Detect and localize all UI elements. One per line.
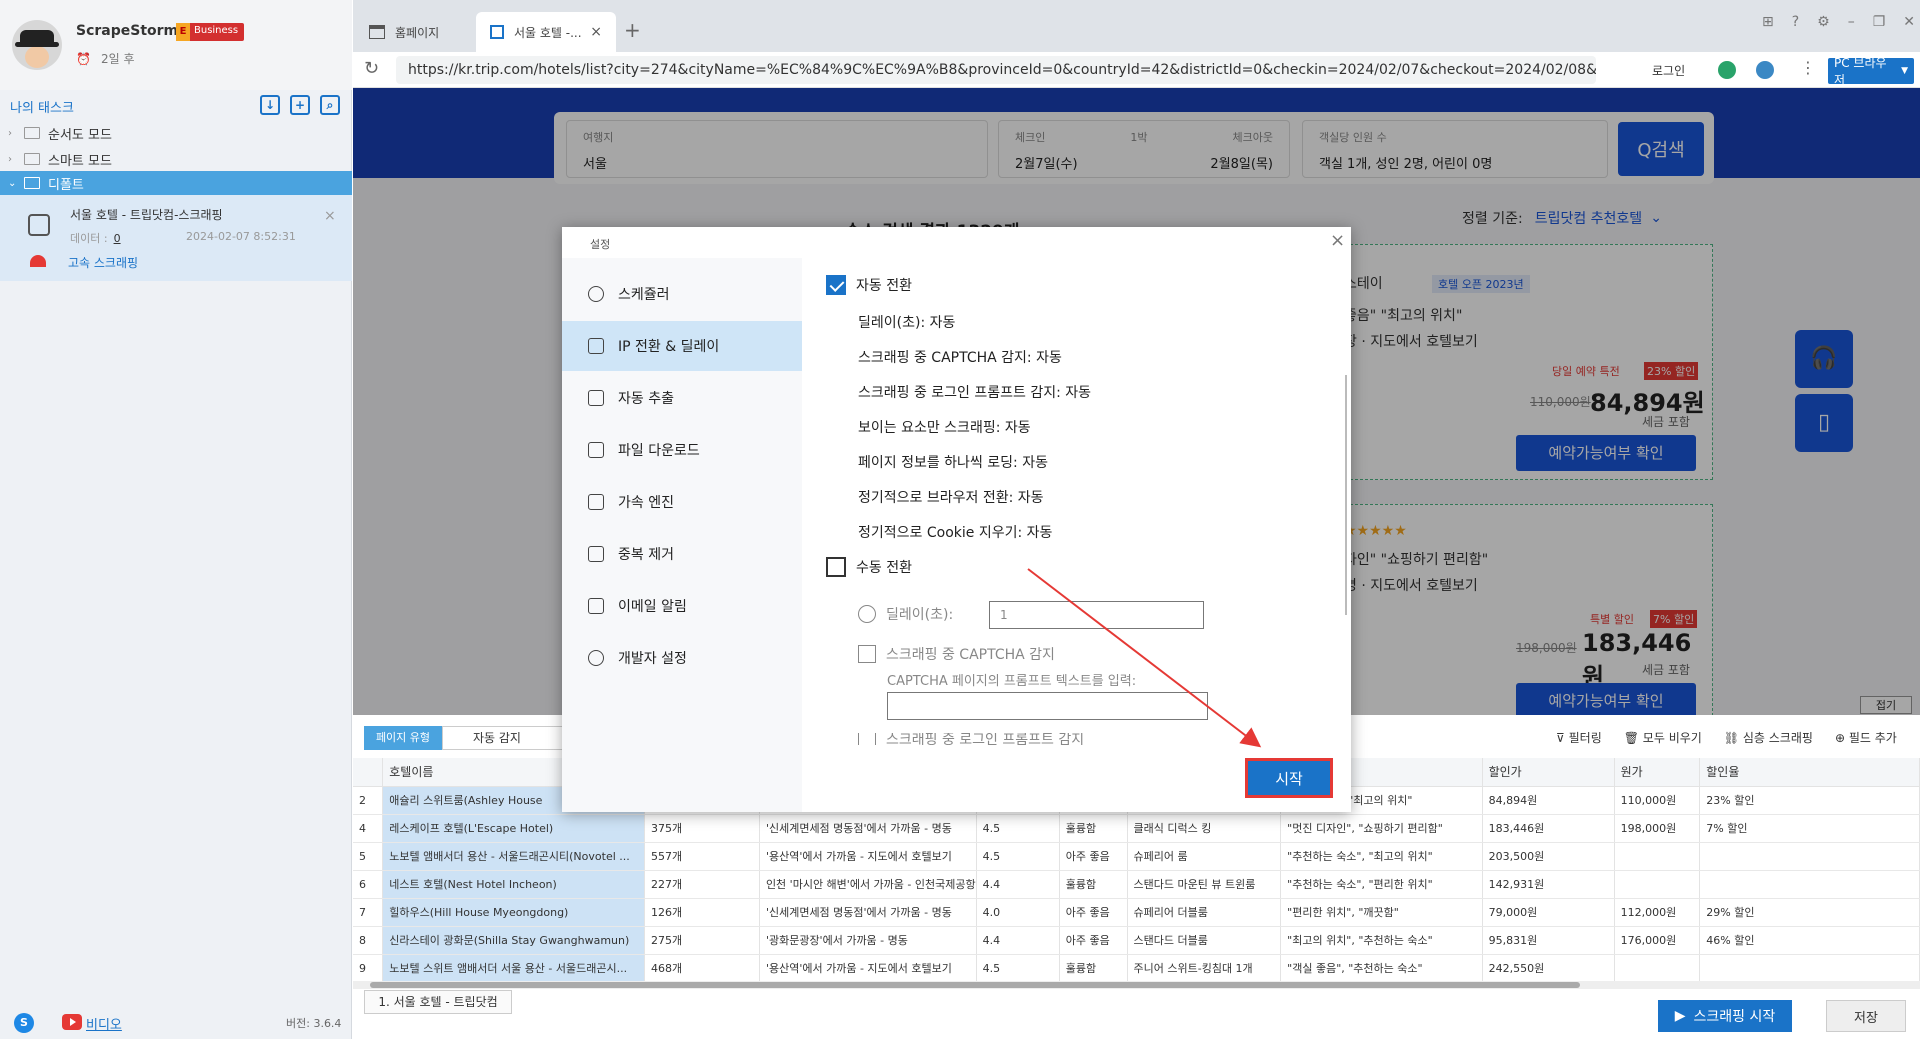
annotation-arrow <box>1027 568 1262 748</box>
